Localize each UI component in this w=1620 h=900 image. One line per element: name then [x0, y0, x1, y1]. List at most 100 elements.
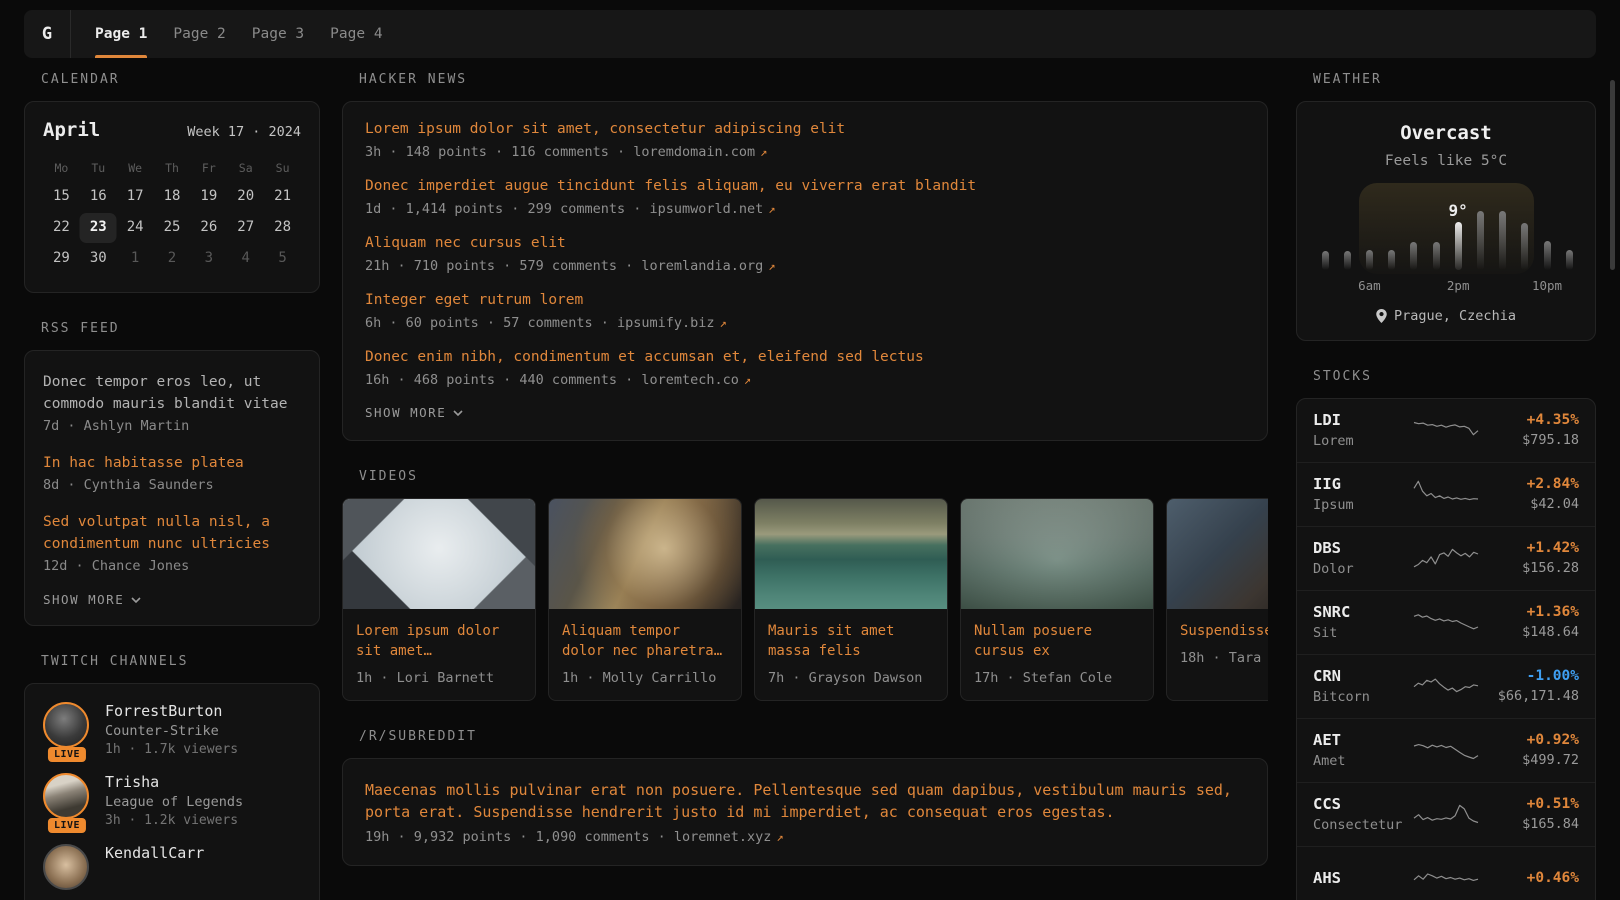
calendar-day: 20	[227, 181, 264, 212]
stock-price: $66,171.48	[1479, 688, 1579, 704]
twitch-channel-row[interactable]: KendallCarr	[43, 844, 301, 890]
rss-item-title[interactable]: Sed volutpat nulla nisl, a condimentum n…	[43, 511, 301, 555]
calendar-day: 30	[80, 243, 117, 274]
video-card[interactable]: Aliquam tempor dolor nec pharetra…1h · M…	[548, 498, 742, 701]
stock-row[interactable]: CRNBitcorn-1.00%$66,171.48	[1297, 654, 1595, 718]
hackernews-item-title[interactable]: Integer eget rutrum lorem	[365, 291, 1245, 310]
calendar-day-number: 1	[131, 250, 139, 266]
stock-right: +0.51%$165.84	[1479, 796, 1579, 832]
rss-widget: Donec tempor eros leo, ut commodo mauris…	[24, 350, 320, 626]
video-title[interactable]: Suspendisse diam	[1180, 621, 1268, 641]
calendar-day: 2	[154, 243, 191, 274]
video-card[interactable]: Mauris sit amet massa felis 7h · Grayson …	[754, 498, 948, 701]
video-title[interactable]: Nullam posuere cursus ex	[974, 621, 1140, 661]
twitch-channel-game: Counter-Strike	[105, 723, 238, 739]
calendar-day-number: 25	[164, 219, 181, 235]
stock-ticker: SNRC	[1313, 603, 1413, 621]
rss-item-title[interactable]: In hac habitasse platea	[43, 452, 301, 474]
calendar-day: 18	[154, 181, 191, 212]
tab-page-1[interactable]: Page 1	[95, 10, 147, 58]
twitch-section: TWITCH CHANNELS LIVEForrestBurtonCounter…	[24, 654, 320, 900]
stock-name: Dolor	[1313, 561, 1413, 577]
hackernews-item-title[interactable]: Donec imperdiet augue tincidunt felis al…	[365, 177, 1245, 196]
video-card[interactable]: Lorem ipsum dolor sit amet consectetu…1h…	[342, 498, 536, 701]
stock-row[interactable]: AHS+0.46%	[1297, 846, 1595, 900]
chevron-down-icon	[453, 410, 463, 416]
hackernews-item-title[interactable]: Donec enim nibh, condimentum et accumsan…	[365, 348, 1245, 367]
twitch-channel-meta: 3h · 1.2k viewers	[105, 813, 243, 828]
stock-ticker: CCS	[1313, 795, 1413, 813]
stock-price: $499.72	[1479, 752, 1579, 768]
stock-sparkline	[1413, 861, 1479, 895]
hackernews-item-meta: 21h · 710 points · 579 comments · loreml…	[365, 258, 1245, 275]
stock-right: +4.35%$795.18	[1479, 412, 1579, 448]
page-tabs: Page 1 Page 2 Page 3 Page 4	[71, 10, 409, 58]
stock-change: +0.51%	[1479, 796, 1579, 812]
stock-row[interactable]: CCS Consectetur +0.51%$165.84	[1297, 782, 1595, 846]
external-link-icon[interactable]: ↗	[776, 830, 783, 844]
stock-change: +2.84%	[1479, 476, 1579, 492]
calendar-day-number: 16	[90, 188, 107, 204]
calendar-day: 19	[190, 181, 227, 212]
stock-left: DBSDolor	[1313, 539, 1413, 577]
twitch-channel-row[interactable]: LIVEForrestBurtonCounter-Strike1h · 1.7k…	[43, 702, 301, 757]
stock-row[interactable]: SNRCSit+1.36%$148.64	[1297, 590, 1595, 654]
stock-left: CCS Consectetur	[1313, 795, 1413, 833]
stock-price: $42.04	[1479, 496, 1579, 512]
twitch-channel-row[interactable]: LIVETrishaLeague of Legends3h · 1.2k vie…	[43, 773, 301, 828]
video-title[interactable]: Lorem ipsum dolor sit amet consectetu…	[356, 621, 522, 661]
live-badge: LIVE	[48, 818, 86, 833]
external-link-icon[interactable]: ↗	[760, 145, 767, 159]
calendar-day-number: 17	[127, 188, 144, 204]
rss-item: Sed volutpat nulla nisl, a condimentum n…	[43, 511, 301, 574]
hackernews-item-title[interactable]: Lorem ipsum dolor sit amet, consectetur …	[365, 120, 1245, 139]
calendar-day-number: 24	[127, 219, 144, 235]
calendar-day-number: 19	[200, 188, 217, 204]
rss-show-more-button[interactable]: SHOW MORE	[43, 592, 301, 607]
rss-item-meta: 8d · Cynthia Saunders	[43, 477, 301, 493]
page-scrollbar-thumb[interactable]	[1610, 80, 1615, 270]
video-meta: 7h · Grayson Dawson	[768, 670, 934, 686]
stock-right: +1.42%$156.28	[1479, 540, 1579, 576]
tab-page-3[interactable]: Page 3	[252, 10, 304, 58]
weather-location: Prague, Czechia	[1297, 308, 1595, 324]
calendar-widget: April Week 17 · 2024 MoTuWeThFrSaSu15161…	[24, 101, 320, 293]
calendar-day-number: 30	[90, 250, 107, 266]
calendar-day: 27	[227, 212, 264, 243]
stock-row[interactable]: DBSDolor +1.42%$156.28	[1297, 526, 1595, 590]
stock-row[interactable]: IIGIpsum+2.84%$42.04	[1297, 462, 1595, 526]
video-thumbnail	[961, 499, 1153, 609]
right-column: WEATHER Overcast Feels like 5°C 9° Pragu…	[1296, 72, 1596, 900]
hackernews-item-title[interactable]: Aliquam nec cursus elit	[365, 234, 1245, 253]
app-logo[interactable]: G	[24, 10, 71, 58]
twitch-channel-meta: 1h · 1.7k viewers	[105, 742, 238, 757]
video-card[interactable]: Nullam posuere cursus ex17h · Stefan Col…	[960, 498, 1154, 701]
video-card[interactable]: Suspendisse diam18h · Tara	[1166, 498, 1268, 701]
twitch-channel-info: ForrestBurtonCounter-Strike1h · 1.7k vie…	[105, 702, 238, 757]
video-title[interactable]: Mauris sit amet massa felis	[768, 621, 934, 661]
external-link-icon[interactable]: ↗	[768, 202, 775, 216]
subreddit-post-title[interactable]: Maecenas mollis pulvinar erat non posuer…	[365, 779, 1245, 823]
stock-row[interactable]: LDILorem+4.35%$795.18	[1297, 399, 1595, 462]
stocks-section: STOCKS LDILorem+4.35%$795.18IIGIpsum+2.8…	[1296, 369, 1596, 900]
external-link-icon[interactable]: ↗	[744, 373, 751, 387]
calendar-day-number: 3	[205, 250, 213, 266]
hackernews-item: Lorem ipsum dolor sit amet, consectetur …	[365, 120, 1245, 161]
calendar-day-number: 18	[164, 188, 181, 204]
twitch-channel-name: Trisha	[105, 773, 243, 791]
rss-item-title[interactable]: Donec tempor eros leo, ut commodo mauris…	[43, 371, 301, 415]
subreddit-section-label: /R/SUBREDDIT	[359, 729, 1268, 744]
hackernews-show-more-button[interactable]: SHOW MORE	[365, 405, 1245, 420]
tab-page-4[interactable]: Page 4	[330, 10, 382, 58]
stock-name: Sit	[1313, 625, 1413, 641]
external-link-icon[interactable]: ↗	[720, 316, 727, 330]
tab-page-2[interactable]: Page 2	[173, 10, 225, 58]
stock-row[interactable]: AETAmet+0.92%$499.72	[1297, 718, 1595, 782]
calendar-day-number: 27	[237, 219, 254, 235]
external-link-icon[interactable]: ↗	[768, 259, 775, 273]
video-title[interactable]: Aliquam tempor dolor nec pharetra…	[562, 621, 728, 661]
calendar-weekday: Su	[264, 155, 301, 181]
stock-sparkline	[1413, 541, 1479, 575]
stock-name: Consectetur	[1313, 817, 1413, 833]
weather-bar	[1499, 211, 1506, 270]
